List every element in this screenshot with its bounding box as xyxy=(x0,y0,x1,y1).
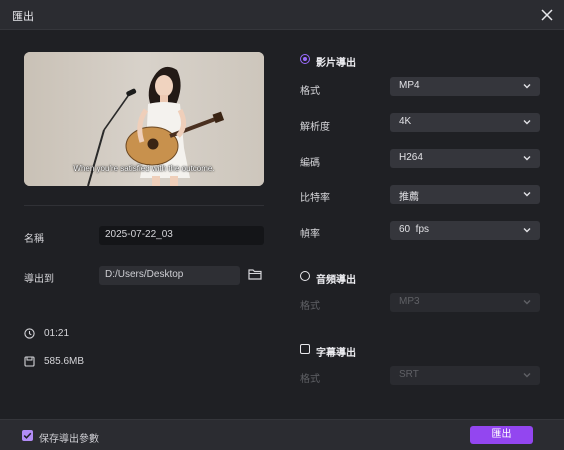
save-params-checkbox[interactable] xyxy=(22,430,33,441)
duration: 01:21 xyxy=(44,328,70,339)
audio-format-value: MP3 xyxy=(399,296,420,307)
file-size: 585.6MB xyxy=(44,356,85,367)
subtitle-format-label: 格式 xyxy=(300,374,320,385)
folder-icon[interactable] xyxy=(248,268,262,280)
encoder-select[interactable]: H264 xyxy=(390,149,540,168)
file-size-icon xyxy=(24,356,35,367)
subtitle-export-checkbox[interactable] xyxy=(300,344,310,354)
subtitle-format-value: SRT xyxy=(399,369,419,380)
format-label: 格式 xyxy=(300,86,320,97)
save-params-label: 保存導出參數 xyxy=(39,434,99,445)
encoder-value: H264 xyxy=(399,152,423,163)
footer: 保存導出參數 匯出 xyxy=(0,419,564,450)
bitrate-value: 推薦 xyxy=(399,192,419,203)
video-preview: When you're satisfied with the outcome. xyxy=(24,52,264,186)
bitrate-select[interactable]: 推薦 xyxy=(390,185,540,204)
export-button[interactable]: 匯出 xyxy=(470,426,533,444)
export-path-input[interactable]: D:/Users/Desktop xyxy=(99,266,240,285)
resolution-value: 4K xyxy=(399,116,412,127)
video-export-radio[interactable] xyxy=(300,54,310,64)
chevron-down-icon xyxy=(523,228,531,233)
format-value: MP4 xyxy=(399,80,420,91)
resolution-label: 解析度 xyxy=(300,122,330,133)
export-to-label: 導出到 xyxy=(24,274,54,285)
format-select[interactable]: MP4 xyxy=(390,77,540,96)
name-input[interactable]: 2025-07-22_03 xyxy=(99,226,264,245)
audio-export-radio[interactable] xyxy=(300,271,310,281)
subtitle-export-label: 字幕導出 xyxy=(316,348,356,359)
close-icon[interactable] xyxy=(536,4,558,26)
audio-format-label: 格式 xyxy=(300,301,320,312)
window-title: 匯出 xyxy=(12,11,34,23)
chevron-down-icon xyxy=(523,192,531,197)
framerate-select[interactable]: 60 fps xyxy=(390,221,540,240)
chevron-down-icon xyxy=(523,373,531,378)
chevron-down-icon xyxy=(523,120,531,125)
bitrate-label: 比特率 xyxy=(300,193,330,204)
audio-export-label: 音頻導出 xyxy=(316,275,356,286)
resolution-select[interactable]: 4K xyxy=(390,113,540,132)
subtitle-format-select[interactable]: SRT xyxy=(390,366,540,385)
framerate-value: 60 fps xyxy=(399,224,430,235)
clock-icon xyxy=(24,328,35,339)
checkmark-icon xyxy=(23,432,32,439)
title-bar: 匯出 xyxy=(0,0,564,30)
chevron-down-icon xyxy=(523,156,531,161)
chevron-down-icon xyxy=(523,84,531,89)
divider xyxy=(24,205,264,206)
audio-format-select[interactable]: MP3 xyxy=(390,293,540,312)
framerate-label: 幀率 xyxy=(300,229,320,240)
chevron-down-icon xyxy=(523,300,531,305)
name-label: 名稱 xyxy=(24,234,44,245)
video-export-label: 影片導出 xyxy=(316,58,356,69)
preview-subtitle: When you're satisfied with the outcome. xyxy=(73,164,215,173)
encoder-label: 編碼 xyxy=(300,158,320,169)
